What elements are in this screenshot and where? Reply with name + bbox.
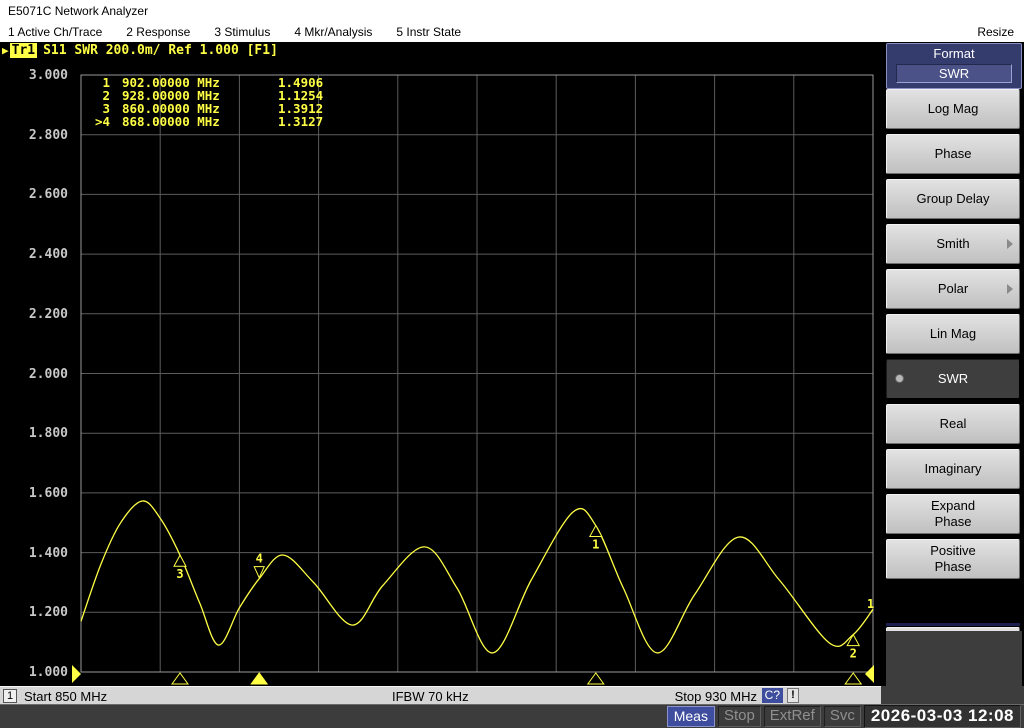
- ref-level-right-arrow-icon: [865, 665, 874, 683]
- submenu-arrow-icon: [1007, 239, 1013, 249]
- warning-indicator: !: [787, 688, 799, 703]
- marker-stimulus-icon: [845, 673, 861, 684]
- softkey-header-title: Format: [887, 44, 1021, 64]
- submenu-arrow-icon: [1007, 284, 1013, 294]
- selected-bullet-icon: [895, 374, 904, 383]
- trace-status-text: S11 SWR 200.0m/ Ref 1.000 [F1]: [43, 43, 278, 58]
- marker-stimulus-icon: [588, 673, 604, 684]
- y-tick-label: 1.400: [6, 546, 68, 561]
- softkey-lin-mag[interactable]: Lin Mag: [886, 314, 1020, 354]
- title-bar: E5071C Network Analyzer: [0, 0, 1024, 22]
- channel-number-box: 1: [3, 689, 17, 703]
- softkey-swr[interactable]: SWR: [886, 359, 1020, 399]
- plot-area: 1 2 3 4 1 ▶ Tr1 S11 SWR 200.0m/ Ref 1.000 [F…: [0, 42, 884, 686]
- softkey-sidebar: Format SWR Log Mag Phase Group Delay Smith P…: [884, 42, 1024, 686]
- softkey-log-mag[interactable]: Log Mag: [886, 89, 1020, 129]
- stop-frequency-label: Stop 930 MHz: [675, 688, 757, 705]
- ifbw-label: IFBW 70 kHz: [392, 688, 469, 705]
- ref-level-left-arrow-icon: [72, 665, 81, 683]
- active-trace-arrow-icon: ▶: [2, 44, 9, 57]
- extref-indicator: ExtRef: [764, 706, 821, 727]
- start-frequency-label: Start 850 MHz: [24, 688, 107, 705]
- datetime-display: 2026-03-03 12:08: [864, 705, 1021, 728]
- y-tick-label: 1.600: [6, 486, 68, 501]
- softkey-group-delay[interactable]: Group Delay: [886, 179, 1020, 219]
- marker-label-active: 4: [256, 552, 263, 566]
- active-marker-icon: [254, 567, 264, 578]
- menu-item-5[interactable]: 5 Instr State: [396, 25, 461, 39]
- status-bar: 1 Start 850 MHz IFBW 70 kHz Stop 930 MHz…: [0, 686, 1024, 704]
- svc-indicator: Svc: [824, 706, 861, 727]
- y-tick-label: 2.400: [6, 247, 68, 262]
- softkey-imaginary[interactable]: Imaginary: [886, 449, 1020, 489]
- softkey-expand-phase[interactable]: Expand Phase: [886, 494, 1020, 534]
- marker-table: 1902.00000 MHz1.49062928.00000 MHz1.1254…: [80, 76, 323, 128]
- trace-end-number: 1: [867, 597, 874, 611]
- marker-icon: [847, 635, 859, 646]
- y-tick-label: 2.600: [6, 187, 68, 202]
- y-tick-label: 2.800: [6, 128, 68, 143]
- sidebar-filler: [886, 631, 1022, 686]
- menu-bar: 1 Active Ch/Trace 2 Response 3 Stimulus 4 M…: [0, 22, 1024, 42]
- marker-label: 2: [850, 647, 857, 661]
- marker-label: 3: [176, 567, 183, 581]
- softkey-polar[interactable]: Polar: [886, 269, 1020, 309]
- marker-number: >4: [80, 115, 110, 128]
- softkey-phase[interactable]: Phase: [886, 134, 1020, 174]
- menu-item-2[interactable]: 2 Response: [126, 25, 190, 39]
- status-bar-channel-strip: 1 Start 850 MHz IFBW 70 kHz Stop 930 MHz…: [0, 686, 881, 704]
- menu-item-4[interactable]: 4 Mkr/Analysis: [294, 25, 372, 39]
- softkey-positive-phase[interactable]: Positive Phase: [886, 539, 1020, 579]
- marker-icon: [174, 555, 186, 566]
- softkey-smith[interactable]: Smith: [886, 224, 1020, 264]
- resize-control[interactable]: Resize: [977, 25, 1024, 39]
- y-tick-label: 2.200: [6, 307, 68, 322]
- softkey-header: Format SWR: [886, 43, 1022, 89]
- menu-items: 1 Active Ch/Trace 2 Response 3 Stimulus 4 M…: [0, 25, 461, 39]
- marker-value: 1.3127: [278, 115, 323, 128]
- y-tick-label: 1.000: [6, 665, 68, 680]
- menu-item-3[interactable]: 3 Stimulus: [214, 25, 270, 39]
- meas-status-badge: Meas: [667, 706, 715, 727]
- softkey-real[interactable]: Real: [886, 404, 1020, 444]
- cal-status-badge: C?: [762, 688, 783, 703]
- y-tick-label: 2.000: [6, 367, 68, 382]
- marker-frequency: 868.00000 MHz: [122, 115, 270, 128]
- sweep-stop-indicator: Stop: [718, 706, 761, 727]
- active-marker-stimulus-icon: [251, 673, 267, 684]
- swr-chart: 1 2 3 4 1: [0, 42, 884, 686]
- marker-label: 1: [592, 538, 599, 552]
- softkey-header-value: SWR: [896, 64, 1012, 83]
- y-tick-label: 1.200: [6, 605, 68, 620]
- marker-stimulus-icon: [172, 673, 188, 684]
- trace-status-line: ▶ Tr1 S11 SWR 200.0m/ Ref 1.000 [F1]: [0, 42, 278, 58]
- trace-badge[interactable]: Tr1: [10, 43, 37, 58]
- menu-item-1[interactable]: 1 Active Ch/Trace: [8, 25, 102, 39]
- y-tick-label: 3.000: [6, 68, 68, 83]
- y-tick-label: 1.800: [6, 426, 68, 441]
- instrument-status-bar: Meas Stop ExtRef Svc 2026-03-03 12:08: [0, 704, 1024, 728]
- marker-icon: [590, 526, 602, 537]
- softkey-divider: [886, 623, 1020, 626]
- app-window: E5071C Network Analyzer 1 Active Ch/Trac…: [0, 0, 1024, 728]
- window-title: E5071C Network Analyzer: [8, 4, 148, 18]
- marker-table-row: >4 868.00000 MHz 1.3127: [80, 115, 323, 128]
